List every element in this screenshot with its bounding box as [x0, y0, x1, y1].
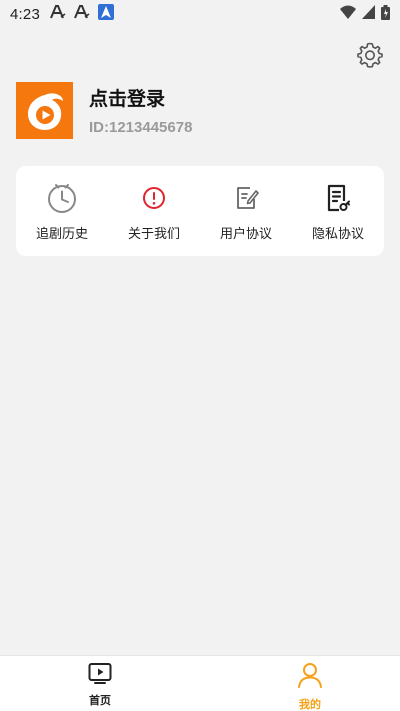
function-menu-card: 追剧历史 关于我们 用户协议 隐私协议 [16, 166, 384, 256]
info-alert-icon [138, 182, 170, 214]
profile-text: 点击登录 ID:1213445678 [89, 85, 192, 136]
menu-item-privacy-policy[interactable]: 隐私协议 [292, 166, 384, 256]
document-edit-icon [230, 182, 262, 214]
menu-item-label: 用户协议 [219, 227, 272, 242]
avatar[interactable] [16, 82, 73, 139]
privacy-document-icon [322, 182, 354, 214]
signal-icon [362, 5, 375, 23]
bottom-tab-bar: 首页 我的 [0, 655, 400, 711]
menu-item-history[interactable]: 追剧历史 [16, 166, 108, 256]
login-link[interactable]: 点击登录 [89, 87, 192, 111]
status-time: 4:23 [10, 5, 40, 23]
profile-section[interactable]: 点击登录 ID:1213445678 [16, 82, 192, 139]
tab-mine[interactable]: 我的 [220, 656, 400, 711]
navigation-icon [98, 4, 114, 24]
tab-home[interactable]: 首页 [10, 656, 190, 711]
tab-label: 我的 [299, 698, 321, 711]
settings-button[interactable] [356, 41, 384, 69]
status-system-icons [340, 4, 390, 24]
font-a-icon [74, 5, 90, 23]
menu-item-about[interactable]: 关于我们 [108, 166, 200, 256]
app-logo-icon [27, 92, 63, 130]
font-a-icon [50, 5, 66, 23]
menu-item-label: 关于我们 [127, 227, 180, 242]
wifi-icon [340, 5, 356, 23]
user-icon [297, 662, 323, 692]
tab-label: 首页 [89, 694, 111, 707]
menu-item-user-agreement[interactable]: 用户协议 [200, 166, 292, 256]
play-screen-icon [88, 662, 112, 688]
status-notifications [50, 4, 114, 24]
menu-item-label: 追剧历史 [35, 227, 88, 242]
history-clock-icon [46, 182, 78, 214]
status-bar: 4:23 [0, 0, 400, 28]
menu-item-label: 隐私协议 [311, 227, 364, 242]
gear-icon [356, 42, 384, 73]
user-id: ID:1213445678 [89, 119, 193, 136]
battery-icon [381, 4, 390, 24]
